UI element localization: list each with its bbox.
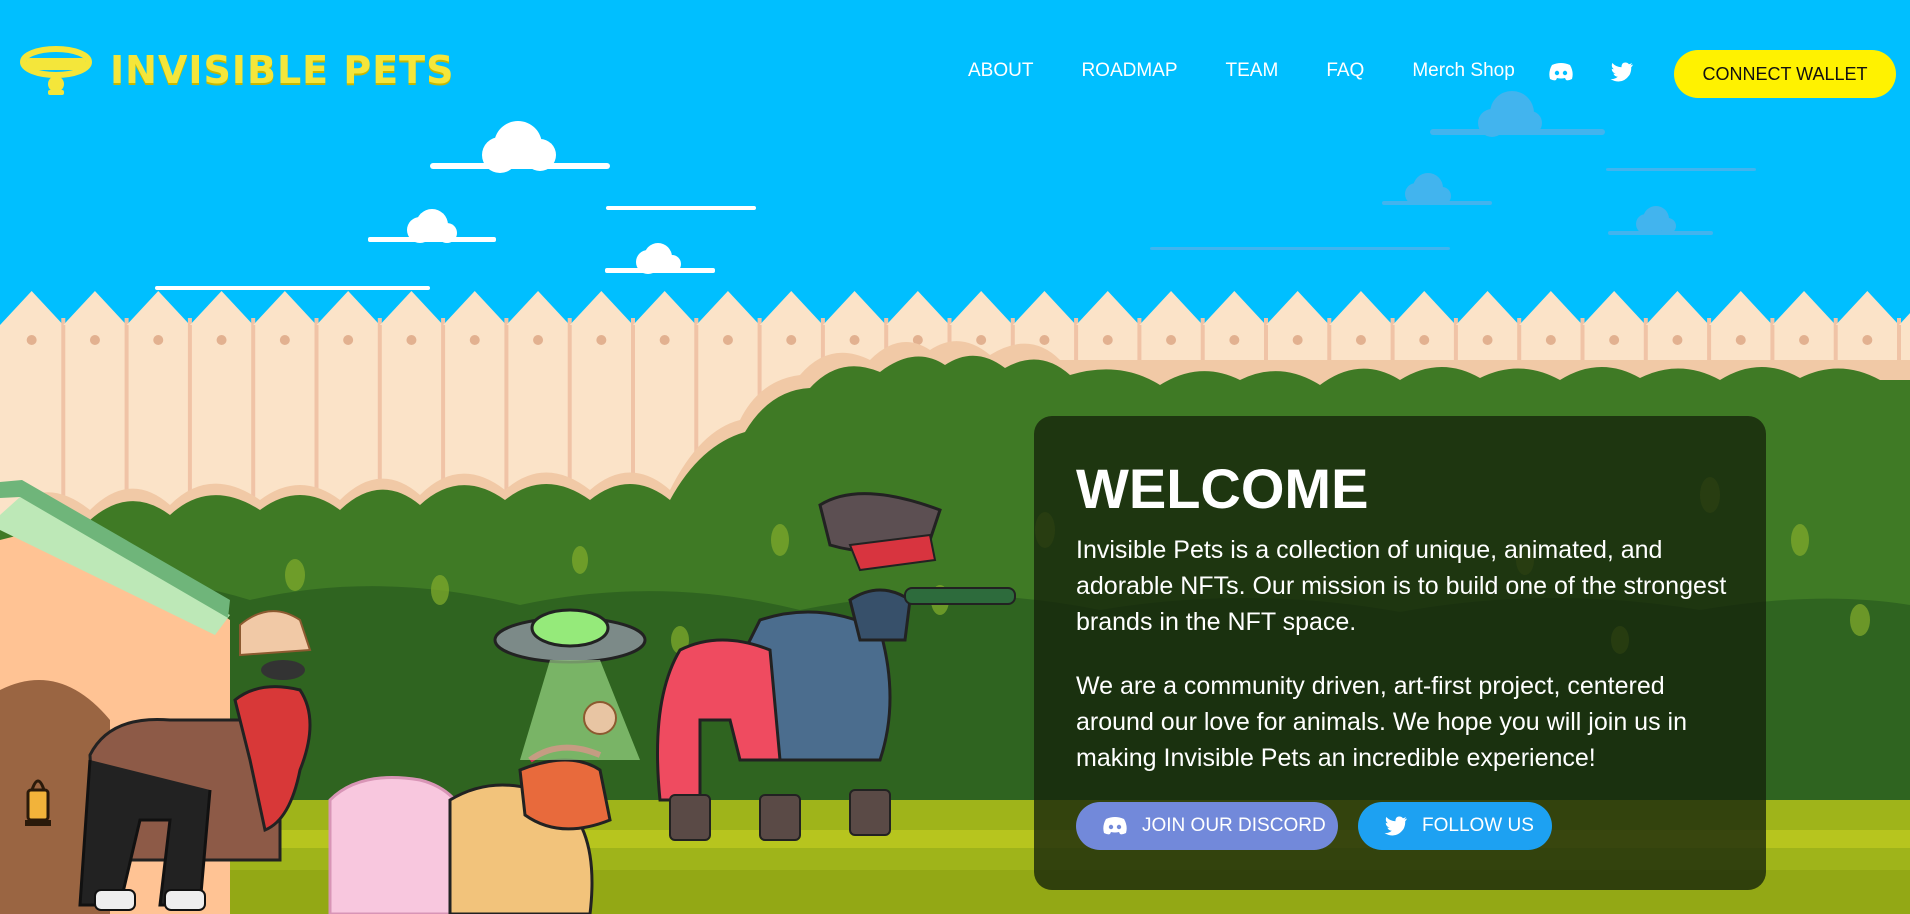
fence-nail [1039, 335, 1050, 345]
fence-nail [533, 335, 544, 345]
nav-merch-shop[interactable]: Merch Shop [1412, 60, 1514, 82]
discord-icon [1102, 816, 1128, 836]
fence-nail [786, 335, 797, 345]
fence-nail [406, 335, 417, 345]
fence-nail [1292, 335, 1303, 345]
welcome-panel: WELCOME Invisible Pets is a collection o… [1034, 416, 1766, 890]
fence-nail [976, 335, 987, 345]
nav-team[interactable]: TEAM [1226, 60, 1279, 82]
discord-icon[interactable] [1548, 62, 1574, 82]
logo-collar-icon [20, 46, 92, 95]
welcome-paragraph-2: We are a community driven, art-first pro… [1076, 672, 1687, 772]
logo-text: INVISIBLE PETS [110, 48, 455, 92]
fence-nail [1735, 335, 1746, 345]
fence-nail [1419, 335, 1430, 345]
nav-about[interactable]: ABOUT [968, 60, 1033, 82]
follow-us-label: FOLLOW US [1422, 815, 1534, 836]
main-menu: ABOUT ROADMAP TEAM FAQ Merch Shop [968, 60, 1563, 82]
fence-nail [216, 335, 227, 345]
fence-nail [596, 335, 607, 345]
fence-nail [1102, 335, 1113, 345]
fence-nail [26, 335, 37, 345]
connect-wallet-button[interactable]: CONNECT WALLET [1674, 50, 1896, 98]
follow-us-button[interactable]: FOLLOW US [1358, 802, 1552, 850]
join-discord-button[interactable]: JOIN OUR DISCORD [1076, 802, 1338, 850]
fence-nail [1799, 335, 1810, 345]
logo[interactable]: INVISIBLE PETS [20, 44, 454, 96]
top-navigation: INVISIBLE PETS ABOUT ROADMAP TEAM FAQ Me… [0, 0, 1910, 146]
twitter-icon[interactable] [1610, 62, 1634, 82]
fence-nail [1609, 335, 1620, 345]
fence-nail [153, 335, 164, 345]
fence-nail [1166, 335, 1177, 345]
fence-nail [469, 335, 480, 345]
fence-nail [1482, 335, 1493, 345]
nav-roadmap[interactable]: ROADMAP [1081, 60, 1177, 82]
welcome-title: WELCOME [1076, 457, 1369, 520]
fence-nail [659, 335, 670, 345]
fence-nail [722, 335, 733, 345]
fence-nail [1229, 335, 1240, 345]
fence-nail [849, 335, 860, 345]
fence-nail [1862, 335, 1873, 345]
welcome-paragraph-1: Invisible Pets is a collection of unique… [1076, 536, 1727, 636]
fence-nail [343, 335, 354, 345]
fence-nail [1355, 335, 1366, 345]
fence-nail [1545, 335, 1556, 345]
fence-nail [89, 335, 100, 345]
nav-faq[interactable]: FAQ [1326, 60, 1364, 82]
fence-nail [1672, 335, 1683, 345]
fence-nail [279, 335, 290, 345]
join-discord-label: JOIN OUR DISCORD [1142, 815, 1326, 836]
twitter-icon [1384, 816, 1408, 836]
